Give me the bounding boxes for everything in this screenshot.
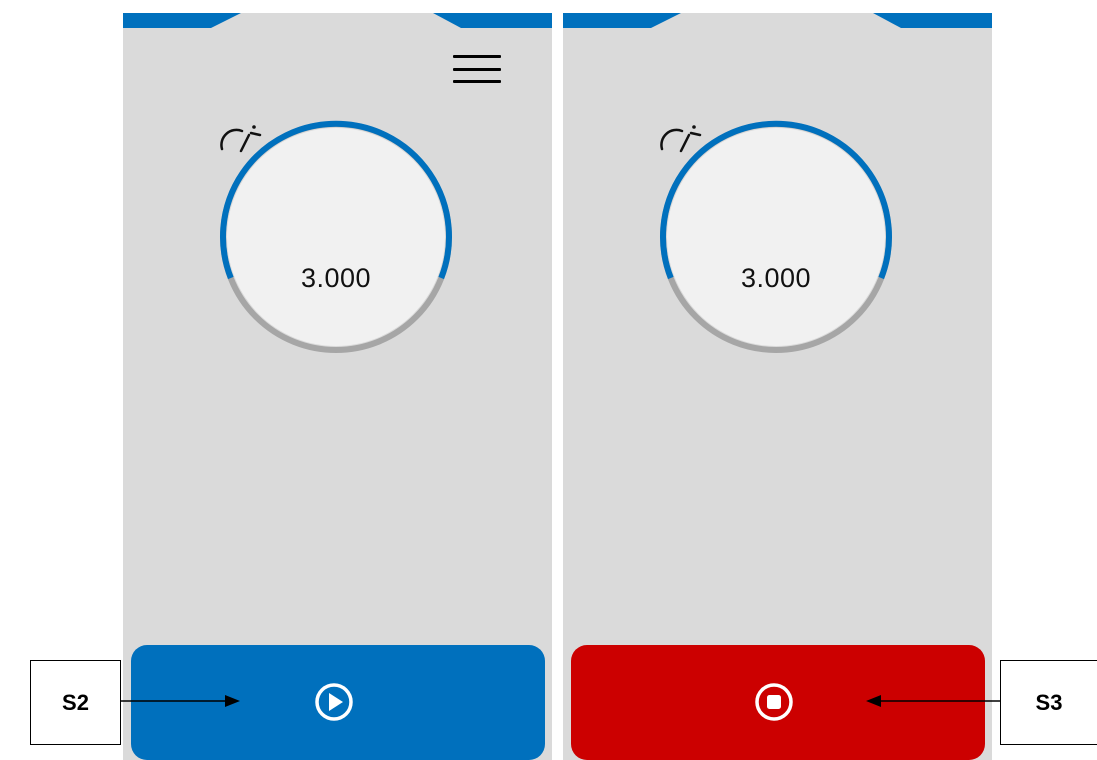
arrow-right-icon (121, 695, 240, 707)
screen-start-state: 3.000 (123, 13, 552, 760)
speed-gauge: 3.000 (658, 119, 894, 355)
gauge-face (667, 128, 885, 346)
stop-circle-icon (755, 683, 793, 721)
arrow-left-icon (866, 695, 1001, 707)
callout-label-s3: S3 (1000, 660, 1097, 745)
top-header-bar (563, 13, 992, 28)
gauge-face (227, 128, 445, 346)
hamburger-menu-icon[interactable] (453, 51, 501, 87)
speed-gauge: 3.000 (218, 119, 454, 355)
gauge-value: 3.000 (740, 263, 812, 293)
play-circle-icon (315, 683, 353, 721)
gauge-value: 3.000 (300, 263, 372, 293)
callout-label-s2: S2 (30, 660, 121, 745)
screen-stop-state: 3.000 (563, 13, 992, 760)
speedometer-icon (220, 125, 262, 153)
top-header-bar (123, 13, 552, 28)
speedometer-icon (660, 125, 702, 153)
